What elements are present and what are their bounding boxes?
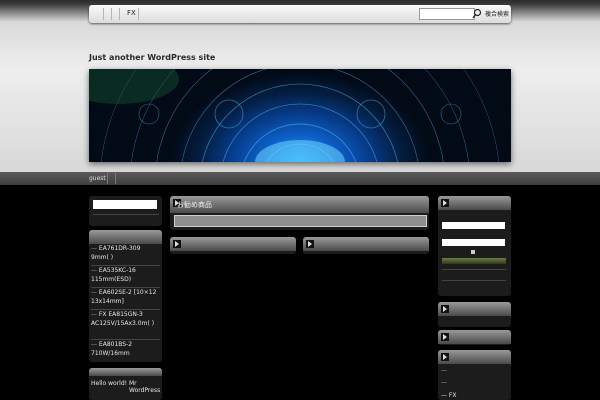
divider xyxy=(442,269,506,270)
arrow-icon[interactable] xyxy=(306,240,314,248)
product-list-widget: EA761DR-309 9mm( ) EA535KC-16 115mm(ESD)… xyxy=(89,230,162,362)
arrow-icon xyxy=(441,305,449,313)
category-widget: — — — FX xyxy=(438,350,511,400)
sidebar-search-input[interactable] xyxy=(93,200,157,209)
menu-divider xyxy=(119,8,120,20)
category-bullet: — xyxy=(441,379,447,386)
menu-item-fx[interactable]: FX xyxy=(127,9,136,17)
widget-title-bar xyxy=(89,368,162,376)
product-link[interactable]: EA535KC-16 115mm(ESD) xyxy=(91,266,159,284)
recent-post-link[interactable]: Hello world! xyxy=(91,380,127,387)
widget-title-bar xyxy=(89,230,162,244)
top-menu-bar: FX 複合検索 xyxy=(89,5,511,23)
menu-divider xyxy=(103,8,104,20)
featured-products-section: お勧め商品 xyxy=(170,196,429,230)
arrow-icon xyxy=(441,199,449,207)
panel-title-bar xyxy=(170,237,296,251)
recent-comment-author[interactable]: Mr WordPress xyxy=(129,380,162,394)
password-input[interactable] xyxy=(442,239,505,246)
arrow-icon xyxy=(441,353,449,361)
username-input[interactable] xyxy=(442,222,505,229)
left-search-widget xyxy=(89,196,162,226)
panel-title-bar xyxy=(303,237,429,251)
category-item-fx[interactable]: — FX xyxy=(441,392,456,399)
product-link[interactable]: EA602SE-2 [10×12 13x14mm] xyxy=(91,288,159,306)
product-link[interactable]: FX EA815GN-3 AC125V/15Ax3.0m( ) xyxy=(91,310,159,328)
menu-divider xyxy=(111,8,112,20)
site-tagline: Just another WordPress site xyxy=(89,53,216,62)
category-bullet: — xyxy=(441,367,447,374)
menu-divider xyxy=(138,8,139,20)
product-panel-right xyxy=(303,237,429,254)
user-navbar: guest xyxy=(0,172,600,185)
login-button[interactable] xyxy=(442,258,506,264)
divider xyxy=(93,214,159,215)
section-title: お勧め商品 xyxy=(177,201,212,209)
sidebar-widget xyxy=(438,330,511,345)
recent-posts-widget: Hello world! Mr WordPress xyxy=(89,368,162,400)
arrow-icon xyxy=(441,333,449,341)
search-icon[interactable] xyxy=(472,8,482,19)
remember-checkbox[interactable] xyxy=(471,250,475,254)
login-widget xyxy=(438,196,511,296)
arrow-icon[interactable] xyxy=(173,240,181,248)
user-label[interactable]: guest xyxy=(89,175,106,182)
advanced-search-button[interactable]: 複合検索 xyxy=(485,9,509,18)
product-link[interactable]: EA801BS-2 710W/16mm xyxy=(91,340,159,358)
nav-divider xyxy=(107,173,108,184)
divider xyxy=(442,280,506,281)
search-input[interactable] xyxy=(419,8,475,20)
featured-content-box xyxy=(174,215,427,227)
nav-divider xyxy=(115,173,116,184)
sidebar-widget xyxy=(438,302,511,327)
product-panel-left xyxy=(170,237,296,254)
product-link[interactable]: EA761DR-309 9mm( ) xyxy=(91,244,159,262)
header-banner-image xyxy=(89,69,511,162)
